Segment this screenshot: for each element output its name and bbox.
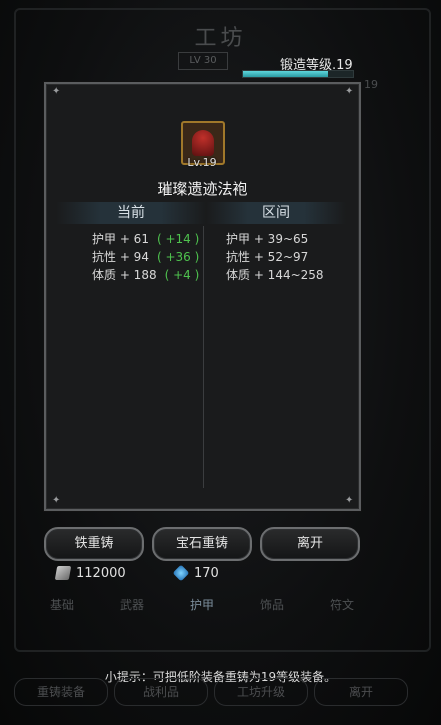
stat-row: 体质 + 188 ( +4 )	[92, 266, 199, 284]
stat-label: 护甲 + 61	[92, 232, 149, 246]
leave-button[interactable]: 离开	[260, 527, 360, 561]
workshop-title: 工坊	[194, 26, 247, 51]
gem-recast-button[interactable]: 宝石重铸	[152, 527, 252, 561]
iron-recast-button[interactable]: 铁重铸	[44, 527, 144, 561]
stat-delta: ( +4 )	[164, 268, 200, 282]
stat-label: 抗性 + 94	[92, 250, 149, 264]
nav-recast-equipment: 重铸装备	[14, 678, 108, 706]
forge-progress-bar	[242, 70, 354, 78]
corner-ornament-icon: ✦	[52, 86, 61, 97]
nav-leave: 离开	[314, 678, 408, 706]
current-stats: 护甲 + 61 ( +14 ) 抗性 + 94 ( +36 ) 体质 + 188 ( …	[92, 230, 199, 284]
nav-loot: 战利品	[114, 678, 208, 706]
stat-delta: ( +36 )	[156, 250, 200, 264]
corner-ornament-icon: ✦	[345, 86, 354, 97]
tab-weapon: 武器	[120, 598, 145, 612]
nav-workshop-upgrade: 工坊升级	[214, 678, 308, 706]
stat-row: 护甲 + 61 ( +14 )	[92, 230, 199, 248]
range-row: 抗性 + 52~97	[226, 250, 309, 264]
stat-delta: ( +14 )	[156, 232, 200, 246]
workshop-level-badge: LV 30	[178, 52, 228, 70]
side-number: 19	[364, 78, 378, 91]
tab-accessory: 饰品	[260, 598, 285, 612]
iron-currency: 112000	[54, 563, 126, 585]
tab-rune: 符文	[330, 598, 355, 612]
range-header: 区间	[206, 202, 346, 224]
currency-bar: 112000 170	[44, 563, 357, 585]
range-stats: 护甲 + 39~65 抗性 + 52~97 体质 + 144~258	[226, 230, 324, 284]
iron-icon	[54, 566, 72, 580]
iron-amount: 112000	[76, 566, 126, 581]
gem-icon	[172, 564, 190, 582]
tab-basic: 基础	[50, 598, 75, 612]
recast-dialog: ✦ ✦ ✦ ✦ Lv.19 璀璨遗迹法袍 当前 区间 护甲 + 61 ( +14 …	[44, 82, 361, 511]
gem-amount: 170	[194, 566, 219, 581]
corner-ornament-icon: ✦	[52, 495, 61, 506]
forge-progress-fill	[243, 71, 328, 77]
range-row: 体质 + 144~258	[226, 268, 324, 282]
robe-icon	[192, 130, 214, 156]
range-row: 护甲 + 39~65	[226, 232, 309, 246]
tab-armor: 护甲	[190, 598, 215, 612]
item-level: Lv.19	[187, 156, 217, 169]
stat-row: 抗性 + 94 ( +36 )	[92, 248, 199, 266]
item-name: 璀璨遗迹法袍	[157, 180, 248, 198]
background-tabs: 基础 武器 护甲 饰品 符文	[26, 596, 414, 616]
corner-ornament-icon: ✦	[345, 495, 354, 506]
column-divider	[203, 226, 204, 488]
gem-currency: 170	[172, 563, 219, 585]
bottom-nav: 重铸装备 战利品 工坊升级 离开	[10, 678, 430, 708]
stat-label: 体质 + 188	[92, 268, 157, 282]
current-header: 当前	[56, 202, 206, 224]
